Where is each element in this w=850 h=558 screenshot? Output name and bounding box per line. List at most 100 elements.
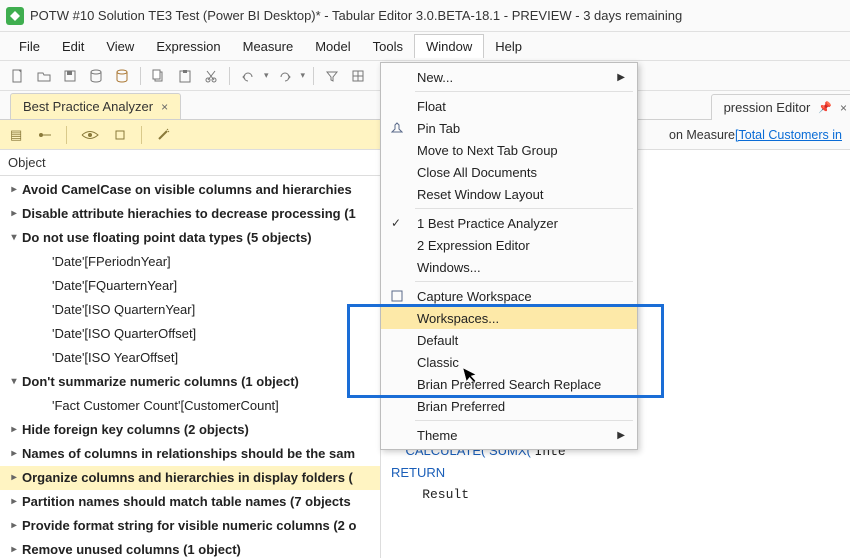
tree-label: 'Date'[FPeriodnYear] bbox=[52, 252, 171, 272]
tree-label: 'Date'[ISO QuarternYear] bbox=[52, 300, 195, 320]
tree-label: Hide foreign key columns (2 objects) bbox=[22, 420, 249, 440]
pin-icon bbox=[391, 122, 407, 134]
connect-icon[interactable] bbox=[112, 66, 132, 86]
tab-expression-editor[interactable]: pression Editor 📌 × bbox=[711, 94, 850, 120]
tab-close-icon[interactable]: × bbox=[161, 100, 168, 114]
menu-help[interactable]: Help bbox=[484, 35, 533, 58]
menu-edit[interactable]: Edit bbox=[51, 35, 95, 58]
wand-icon[interactable] bbox=[156, 128, 170, 142]
tool-icon[interactable] bbox=[113, 128, 127, 142]
menu-model[interactable]: Model bbox=[304, 35, 361, 58]
tree-group[interactable]: ▸Disable attribute hierachies to decreas… bbox=[0, 202, 380, 226]
caret-right-icon[interactable]: ▸ bbox=[8, 516, 20, 536]
redo-icon[interactable] bbox=[275, 66, 295, 86]
menu-item-float[interactable]: Float bbox=[381, 95, 637, 117]
menu-item-default[interactable]: Default bbox=[381, 329, 637, 351]
caret-right-icon[interactable]: ▸ bbox=[8, 420, 20, 440]
tree-group[interactable]: ▸Provide format string for visible numer… bbox=[0, 514, 380, 538]
menu-item-close-all-documents[interactable]: Close All Documents bbox=[381, 161, 637, 183]
tree-item[interactable]: 'Date'[ISO QuarterOffset] bbox=[0, 322, 380, 346]
menu-view[interactable]: View bbox=[95, 35, 145, 58]
undo-icon[interactable] bbox=[238, 66, 258, 86]
paste-icon[interactable] bbox=[175, 66, 195, 86]
save-icon[interactable] bbox=[60, 66, 80, 86]
caret-right-icon[interactable]: ▸ bbox=[8, 180, 20, 200]
menu-tools[interactable]: Tools bbox=[362, 35, 414, 58]
tree-group[interactable]: ▾Do not use floating point data types (5… bbox=[0, 226, 380, 250]
column-header-object[interactable]: Object bbox=[0, 150, 380, 176]
tree: ▸Avoid CamelCase on visible columns and … bbox=[0, 176, 380, 558]
caret-down-icon[interactable]: ▾ bbox=[8, 372, 20, 392]
menu-item-label: Classic bbox=[417, 355, 459, 370]
measure-link[interactable]: [Total Customers in bbox=[735, 128, 842, 142]
menu-item-reset-window-layout[interactable]: Reset Window Layout bbox=[381, 183, 637, 205]
caret-right-icon[interactable]: ▸ bbox=[8, 540, 20, 558]
menu-item-pin-tab[interactable]: Pin Tab bbox=[381, 117, 637, 139]
tree-group[interactable]: ▾Don't summarize numeric columns (1 obje… bbox=[0, 370, 380, 394]
grid-icon[interactable] bbox=[348, 66, 368, 86]
menu-window[interactable]: Window bbox=[414, 34, 484, 58]
caret-right-icon[interactable]: ▸ bbox=[8, 492, 20, 512]
left-pane: Object ▸Avoid CamelCase on visible colum… bbox=[0, 150, 380, 558]
caret-down-icon[interactable]: ▾ bbox=[8, 228, 20, 248]
menu-item-workspaces[interactable]: Workspaces... bbox=[381, 307, 637, 329]
cut-icon[interactable] bbox=[201, 66, 221, 86]
menu-item-windows[interactable]: Windows... bbox=[381, 256, 637, 278]
menu-item-new[interactable]: New...▶ bbox=[381, 66, 637, 88]
tree-group[interactable]: ▸Partition names should match table name… bbox=[0, 490, 380, 514]
menu-item-capture-workspace[interactable]: Capture Workspace bbox=[381, 285, 637, 307]
window-menu-dropdown[interactable]: New...▶ Float Pin TabMove to Next Tab Grou… bbox=[380, 62, 638, 450]
tree-label: Partition names should match table names… bbox=[22, 492, 351, 512]
menu-item-label: Float bbox=[417, 99, 446, 114]
menu-item-1-best-practice-analyzer[interactable]: ✓1 Best Practice Analyzer bbox=[381, 212, 637, 234]
menu-item-classic[interactable]: Classic bbox=[381, 351, 637, 373]
tree-group[interactable]: ▸Remove unused columns (1 object) bbox=[0, 538, 380, 558]
filter-icon[interactable] bbox=[322, 66, 342, 86]
eye-icon[interactable] bbox=[81, 130, 99, 140]
tree-item[interactable]: 'Date'[ISO YearOffset] bbox=[0, 346, 380, 370]
check-icon: ✓ bbox=[391, 216, 401, 230]
menu-item-label: Theme bbox=[417, 428, 457, 443]
tree-label: Do not use floating point data types (5 … bbox=[22, 228, 312, 248]
tab-best-practice-analyzer[interactable]: Best Practice Analyzer × bbox=[10, 93, 181, 119]
toggle-icon[interactable] bbox=[36, 130, 52, 140]
menu-item-brian-preferred[interactable]: Brian Preferred bbox=[381, 395, 637, 417]
menu-measure[interactable]: Measure bbox=[232, 35, 305, 58]
database-icon[interactable] bbox=[86, 66, 106, 86]
menu-separator bbox=[415, 281, 633, 282]
menu-separator bbox=[415, 91, 633, 92]
menu-item-label: Workspaces... bbox=[417, 311, 499, 326]
menu-file[interactable]: File bbox=[8, 35, 51, 58]
tree-group[interactable]: ▸Names of columns in relationships shoul… bbox=[0, 442, 380, 466]
menu-item-theme[interactable]: Theme▶ bbox=[381, 424, 637, 446]
tree-label: Organize columns and hierarchies in disp… bbox=[22, 468, 353, 488]
menu-item-2-expression-editor[interactable]: 2 Expression Editor bbox=[381, 234, 637, 256]
tree-item[interactable]: 'Date'[ISO QuarternYear] bbox=[0, 298, 380, 322]
copy-icon[interactable] bbox=[149, 66, 169, 86]
tree-group[interactable]: ▸Hide foreign key columns (2 objects) bbox=[0, 418, 380, 442]
menu-item-label: New... bbox=[417, 70, 453, 85]
tree-label: Don't summarize numeric columns (1 objec… bbox=[22, 372, 299, 392]
tree-item[interactable]: 'Date'[FPeriodnYear] bbox=[0, 250, 380, 274]
measure-label: on Measure bbox=[669, 128, 735, 142]
menu-item-move-to-next-tab-group[interactable]: Move to Next Tab Group bbox=[381, 139, 637, 161]
caret-right-icon[interactable]: ▸ bbox=[8, 468, 20, 488]
menu-item-label: Windows... bbox=[417, 260, 481, 275]
tab-close-icon[interactable]: × bbox=[840, 101, 847, 115]
app-icon bbox=[6, 7, 24, 25]
tree-item[interactable]: 'Date'[FQuarternYear] bbox=[0, 274, 380, 298]
tree-group[interactable]: ▸Organize columns and hierarchies in dis… bbox=[0, 466, 380, 490]
menu-item-brian-preferred-search-replace[interactable]: Brian Preferred Search Replace bbox=[381, 373, 637, 395]
menu-expression[interactable]: Expression bbox=[145, 35, 231, 58]
menu-item-label: 2 Expression Editor bbox=[417, 238, 530, 253]
list-icon[interactable]: ▤ bbox=[10, 127, 22, 143]
new-file-icon[interactable] bbox=[8, 66, 28, 86]
caret-right-icon[interactable]: ▸ bbox=[8, 204, 20, 224]
tree-item[interactable]: 'Fact Customer Count'[CustomerCount] bbox=[0, 394, 380, 418]
caret-right-icon[interactable]: ▸ bbox=[8, 444, 20, 464]
open-icon[interactable] bbox=[34, 66, 54, 86]
tree-label: Provide format string for visible numeri… bbox=[22, 516, 356, 536]
tree-group[interactable]: ▸Avoid CamelCase on visible columns and … bbox=[0, 178, 380, 202]
tree-label: 'Date'[FQuarternYear] bbox=[52, 276, 177, 296]
window-title: POTW #10 Solution TE3 Test (Power BI Des… bbox=[30, 8, 682, 23]
